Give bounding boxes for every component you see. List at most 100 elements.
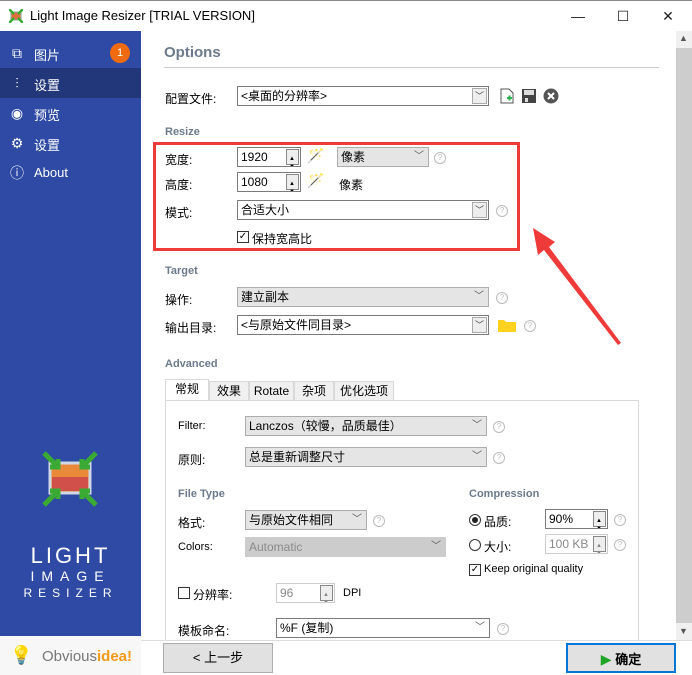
ok-label: 确定 — [615, 652, 642, 667]
scrollbar-thumb[interactable] — [676, 48, 692, 623]
format-select[interactable]: 与原始文件相同 ﹀ — [245, 510, 367, 530]
help-icon[interactable]: ? — [496, 292, 508, 304]
help-icon[interactable]: ? — [524, 320, 536, 332]
title-bar: Light Image Resizer [TRIAL VERSION] — ☐ … — [0, 0, 692, 31]
compression-section-title: Compression — [469, 488, 540, 500]
tab-rotate[interactable]: Rotate — [249, 381, 294, 401]
filetype-section-title: File Type — [178, 488, 225, 500]
output-dir-select[interactable]: <与原始文件同目录> ﹀ — [237, 315, 489, 335]
brand-light: LIGHT — [30, 543, 111, 568]
help-icon[interactable]: ? — [497, 623, 509, 635]
gear-icon: ⚙ — [10, 135, 24, 151]
help-icon[interactable]: ? — [614, 539, 626, 551]
lightbulb-icon: 💡 — [10, 645, 33, 665]
window-title: Light Image Resizer [TRIAL VERSION] — [30, 8, 255, 23]
quality-input[interactable]: 90% — [545, 509, 608, 529]
resizer-logo-icon — [42, 451, 98, 507]
chevron-down-icon: ﹀ — [472, 451, 482, 462]
maximize-button[interactable]: ☐ — [608, 5, 638, 27]
resolution-spinner[interactable] — [320, 585, 333, 602]
info-icon: ⓘ — [10, 165, 24, 181]
keep-quality-label: Keep original quality — [484, 563, 584, 575]
quality-radio[interactable] — [469, 514, 481, 526]
logo-text-idea: idea! — [97, 648, 133, 665]
quality-spinner[interactable] — [593, 511, 606, 528]
obviousidea-logo[interactable]: 💡 Obvious idea! — [0, 636, 141, 675]
rule-select[interactable]: 总是重新调整尺寸 ﹀ — [245, 447, 487, 467]
sidebar-item-label: 预览 — [34, 108, 61, 123]
chevron-down-icon: ﹀ — [472, 317, 487, 333]
help-icon[interactable]: ? — [493, 421, 505, 433]
size-radio[interactable] — [469, 539, 481, 551]
tab-general[interactable]: 常规 — [165, 379, 209, 401]
tab-misc[interactable]: 杂项 — [294, 381, 334, 401]
save-profile-icon[interactable] — [521, 88, 537, 104]
scroll-down-icon[interactable]: ▼ — [679, 626, 688, 636]
quality-label: 品质: — [484, 515, 512, 529]
naming-select[interactable]: %F (复制) ﹀ — [276, 618, 490, 638]
resolution-value: 96 — [280, 586, 294, 600]
sliders-icon: ⫶ — [15, 75, 19, 91]
sidebar: ⧉ 图片 1 ⫶ 设置 ◉ 预览 ⚙ 设置 ⓘ About LIGHT IMAG… — [0, 31, 141, 675]
rule-label: 原则: — [178, 453, 206, 467]
filter-label: Filter: — [178, 420, 206, 432]
size-value: 100 KB — [549, 537, 589, 551]
resolution-input[interactable]: 96 — [276, 583, 335, 603]
brand-resizer: RESIZER — [23, 586, 118, 600]
action-select[interactable]: 建立副本 ﹀ — [237, 287, 489, 307]
size-label: 大小: — [484, 540, 512, 554]
minimize-button[interactable]: — — [563, 5, 593, 27]
chevron-down-icon: ﹀ — [474, 291, 484, 302]
output-dir-label: 输出目录: — [165, 321, 217, 335]
folder-icon[interactable] — [498, 318, 516, 332]
colors-select[interactable]: Automatic ﹀ — [245, 537, 446, 557]
filter-select[interactable]: Lanczos（较慢，品质最佳） ﹀ — [245, 416, 487, 436]
delete-profile-icon[interactable] — [543, 88, 559, 104]
quality-value: 90% — [549, 512, 574, 526]
resolution-label: 分辨率: — [193, 588, 233, 602]
brand-image: IMAGE — [30, 568, 111, 584]
size-input[interactable]: 100 KB — [545, 534, 608, 554]
images-count-badge: 1 — [110, 43, 130, 63]
keep-quality-checkbox[interactable]: ✓ — [469, 564, 481, 576]
play-icon: ▶ — [600, 651, 612, 667]
sidebar-item-preview[interactable]: ◉ 预览 — [0, 98, 141, 128]
rule-value: 总是重新调整尺寸 — [249, 450, 346, 464]
filter-value: Lanczos（较慢，品质最佳） — [249, 419, 402, 433]
tab-optimize[interactable]: 优化选项 — [334, 381, 394, 401]
sidebar-item-label: 设置 — [34, 78, 61, 93]
new-profile-icon[interactable] — [500, 88, 514, 104]
help-icon[interactable]: ? — [373, 515, 385, 527]
chevron-down-icon: ﹀ — [431, 541, 441, 552]
size-spinner[interactable] — [593, 536, 606, 553]
sidebar-item-about[interactable]: ⓘ About — [0, 158, 141, 188]
chevron-down-icon: ﹀ — [472, 88, 487, 104]
close-button[interactable]: ✕ — [653, 5, 683, 27]
sidebar-item-preferences[interactable]: ⚙ 设置 — [0, 128, 141, 158]
chevron-down-icon: ﹀ — [352, 514, 362, 525]
output-dir-value: <与原始文件同目录> — [241, 318, 352, 332]
images-icon: ⧉ — [12, 45, 22, 61]
sidebar-item-label: About — [34, 165, 68, 180]
scroll-up-icon[interactable]: ▲ — [679, 33, 688, 43]
resolution-checkbox[interactable] — [178, 587, 190, 599]
scrollbar[interactable]: ▲ ▼ — [676, 31, 692, 640]
format-label: 格式: — [178, 516, 206, 530]
help-icon[interactable]: ? — [493, 452, 505, 464]
ok-button[interactable]: ▶ 确定 — [566, 643, 676, 673]
colors-value: Automatic — [249, 540, 303, 554]
tab-effects[interactable]: 效果 — [209, 381, 249, 401]
action-label: 操作: — [165, 293, 193, 307]
logo-text-obvious: Obvious — [42, 648, 98, 665]
sidebar-item-images[interactable]: ⧉ 图片 1 — [0, 38, 141, 68]
profile-select[interactable]: <桌面的分辨率> ﹀ — [237, 86, 489, 106]
resize-section-title: Resize — [165, 126, 200, 138]
annotation-highlight-box — [153, 142, 520, 251]
back-button[interactable]: < 上一步 — [163, 643, 273, 673]
sidebar-item-settings[interactable]: ⫶ 设置 — [0, 68, 141, 98]
action-value: 建立副本 — [241, 290, 290, 304]
title-divider — [164, 67, 659, 68]
naming-value: %F (复制) — [280, 621, 334, 635]
help-icon[interactable]: ? — [614, 514, 626, 526]
advanced-section-title: Advanced — [165, 358, 218, 370]
